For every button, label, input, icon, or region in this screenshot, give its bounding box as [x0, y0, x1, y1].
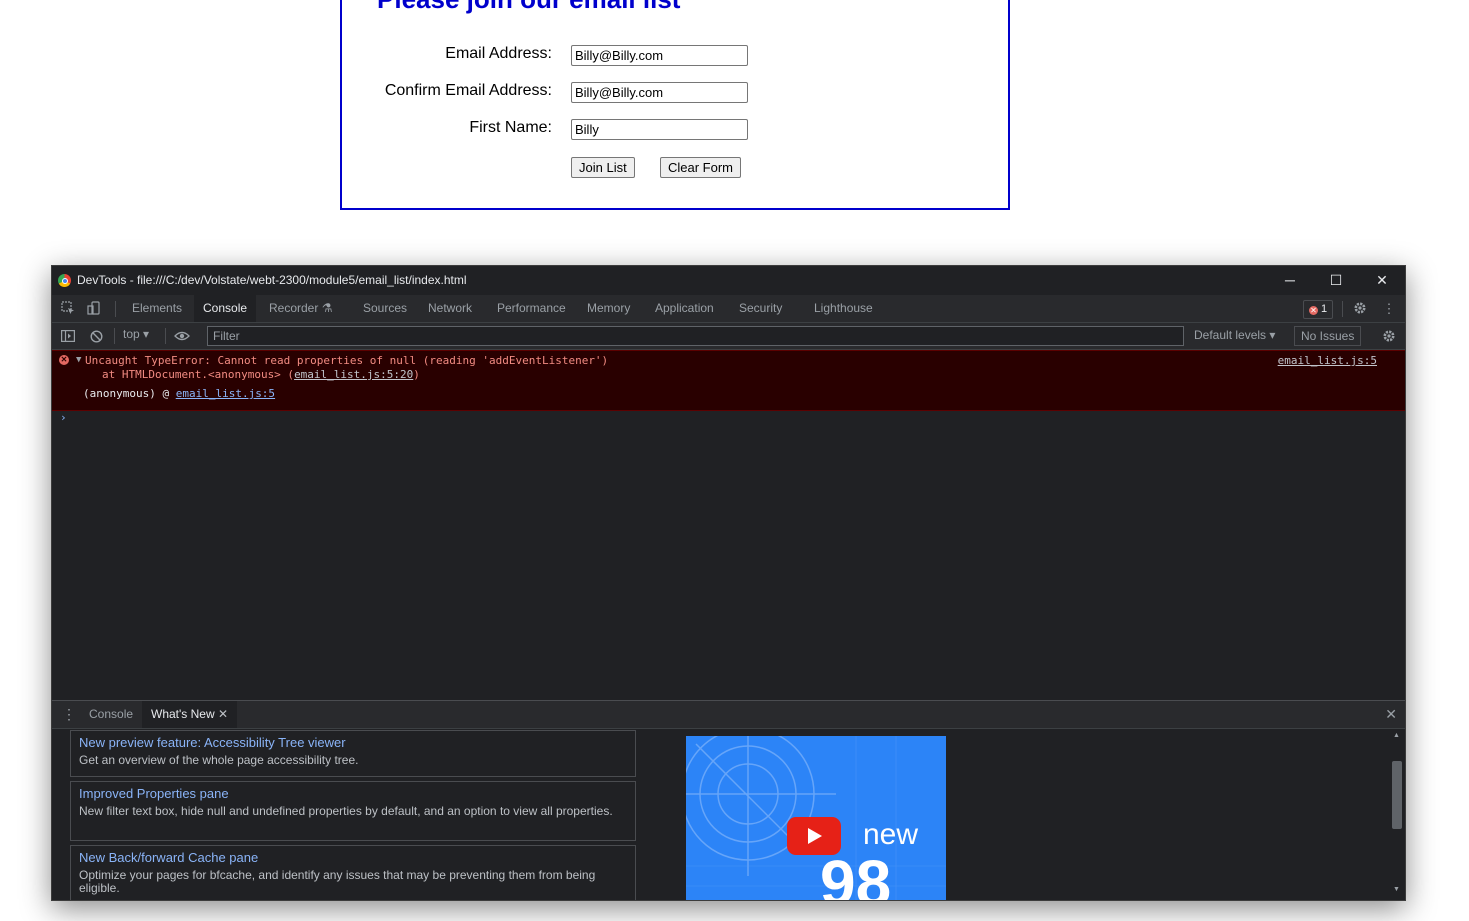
- drawer-tab-console[interactable]: Console: [89, 701, 133, 728]
- email-label: Email Address:: [445, 45, 552, 62]
- feature-description: New filter text box, hide null and undef…: [79, 804, 613, 818]
- feature-description: Optimize your pages for bfcache, and ide…: [79, 868, 596, 895]
- tab-lighthouse[interactable]: Lighthouse: [814, 295, 873, 322]
- inspect-element-icon[interactable]: [57, 295, 79, 322]
- console-settings-gear-icon[interactable]: [1378, 323, 1400, 350]
- feature-title[interactable]: New Back/forward Cache pane: [79, 850, 627, 866]
- log-levels-dropdown[interactable]: Default levels ▾: [1194, 328, 1275, 342]
- tab-security[interactable]: Security: [739, 295, 782, 322]
- window-title: DevTools - file:///C:/dev/Volstate/webt-…: [77, 273, 467, 287]
- anonymous-frame-line: (anonymous) @ email_list.js:5: [83, 387, 275, 400]
- error-count-badge[interactable]: ✕ 1: [1303, 300, 1334, 319]
- tab-elements[interactable]: Elements: [132, 295, 182, 322]
- confirm-email-field[interactable]: [571, 82, 748, 103]
- tabbar-divider: [115, 301, 116, 317]
- stack-source-link[interactable]: email_list.js:5:20: [294, 368, 413, 381]
- feature-card-properties[interactable]: Improved Properties pane New filter text…: [70, 781, 636, 841]
- tab-recorder[interactable]: Recorder ⚗: [269, 295, 332, 322]
- clear-console-icon[interactable]: [85, 323, 107, 350]
- context-selector[interactable]: top ▾: [123, 327, 149, 341]
- sidebar-toggle-icon[interactable]: [57, 323, 79, 350]
- feature-card-bfcache[interactable]: New Back/forward Cache pane Optimize you…: [70, 845, 636, 900]
- chrome-logo-icon: [58, 274, 71, 287]
- error-circle-icon: ✕: [59, 355, 69, 365]
- toolbar-divider-2: [165, 328, 166, 344]
- error-icon: ✕: [1309, 306, 1318, 315]
- console-output: ✕ ▼ Uncaught TypeError: Cannot read prop…: [52, 350, 1405, 699]
- minimize-button[interactable]: ─: [1267, 266, 1313, 295]
- tab-performance[interactable]: Performance: [497, 295, 566, 322]
- expand-triangle-icon[interactable]: ▼: [76, 355, 81, 365]
- console-prompt[interactable]: ›: [60, 411, 67, 424]
- drawer-tab-whats-new[interactable]: What's New ✕: [142, 701, 238, 728]
- join-list-button[interactable]: Join List: [571, 157, 635, 178]
- issues-button[interactable]: No Issues: [1294, 326, 1362, 346]
- devtools-drawer: ⋮ Console What's New ✕ ✕ New preview fea…: [52, 700, 1405, 901]
- anon-source-link[interactable]: email_list.js:5: [176, 387, 275, 400]
- devtools-titlebar: DevTools - file:///C:/dev/Volstate/webt-…: [52, 266, 1405, 295]
- console-toolbar: top ▾ Default levels ▾ No Issues: [52, 323, 1405, 350]
- confirm-email-label: Confirm Email Address:: [384, 82, 552, 99]
- live-expression-eye-icon[interactable]: [171, 323, 193, 350]
- page-title: Please join our email list: [377, 0, 680, 15]
- tabbar-divider-right: [1342, 301, 1343, 317]
- scrollbar-thumb[interactable]: [1392, 761, 1402, 829]
- drawer-menu-icon[interactable]: ⋮: [62, 701, 76, 728]
- whats-new-label: What's New: [151, 707, 215, 721]
- email-form-container: Please join our email list Email Address…: [340, 0, 1010, 210]
- error-count: 1: [1321, 303, 1328, 315]
- tab-application[interactable]: Application: [655, 295, 714, 322]
- scroll-up-icon[interactable]: ▲: [1393, 732, 1400, 739]
- tab-network[interactable]: Network: [428, 295, 472, 322]
- drawer-tabbar: ⋮ Console What's New ✕ ✕: [52, 701, 1405, 729]
- error-source-link[interactable]: email_list.js:5: [1278, 354, 1377, 367]
- tab-sources[interactable]: Sources: [363, 295, 407, 322]
- feature-card-accessibility[interactable]: New preview feature: Accessibility Tree …: [70, 730, 636, 777]
- feature-title[interactable]: Improved Properties pane: [79, 786, 627, 802]
- tab-console[interactable]: Console: [194, 295, 257, 322]
- more-options-icon[interactable]: ⋮: [1378, 295, 1400, 322]
- devtools-window: DevTools - file:///C:/dev/Volstate/webt-…: [51, 265, 1406, 901]
- anon-prefix: (anonymous) @: [83, 387, 176, 400]
- close-drawer-icon[interactable]: ✕: [1385, 701, 1397, 728]
- devtools-tabbar: Elements Console Recorder ⚗ Sources Netw…: [52, 295, 1405, 323]
- first-name-field[interactable]: [571, 119, 748, 140]
- console-filter-input[interactable]: [207, 326, 1184, 346]
- close-tab-icon[interactable]: ✕: [218, 707, 228, 721]
- scroll-down-icon[interactable]: ▼: [1393, 886, 1400, 893]
- device-toolbar-icon[interactable]: [83, 295, 105, 322]
- stack-suffix: ): [413, 368, 420, 381]
- drawer-scrollbar[interactable]: ▲ ▼: [1389, 729, 1405, 900]
- first-name-label: First Name:: [469, 119, 552, 136]
- toolbar-divider: [114, 328, 115, 344]
- feature-description: Get an overview of the whole page access…: [79, 753, 359, 767]
- close-window-button[interactable]: ✕: [1359, 266, 1405, 295]
- tab-memory[interactable]: Memory: [587, 295, 630, 322]
- error-text: Uncaught TypeError: Cannot read properti…: [85, 354, 609, 367]
- clear-form-button[interactable]: Clear Form: [660, 157, 742, 178]
- console-error-message[interactable]: ✕ ▼ Uncaught TypeError: Cannot read prop…: [52, 350, 1405, 411]
- feature-title[interactable]: New preview feature: Accessibility Tree …: [79, 735, 627, 751]
- email-field[interactable]: [571, 45, 748, 66]
- maximize-button[interactable]: ☐: [1313, 266, 1359, 295]
- error-stack-line: at HTMLDocument.<anonymous> (email_list.…: [102, 368, 420, 381]
- thumbnail-version-text: 98: [820, 847, 892, 901]
- stack-prefix: at HTMLDocument.<anonymous> (: [102, 368, 295, 381]
- whats-new-video-thumbnail[interactable]: new 98: [686, 736, 946, 901]
- settings-gear-icon[interactable]: [1349, 295, 1371, 322]
